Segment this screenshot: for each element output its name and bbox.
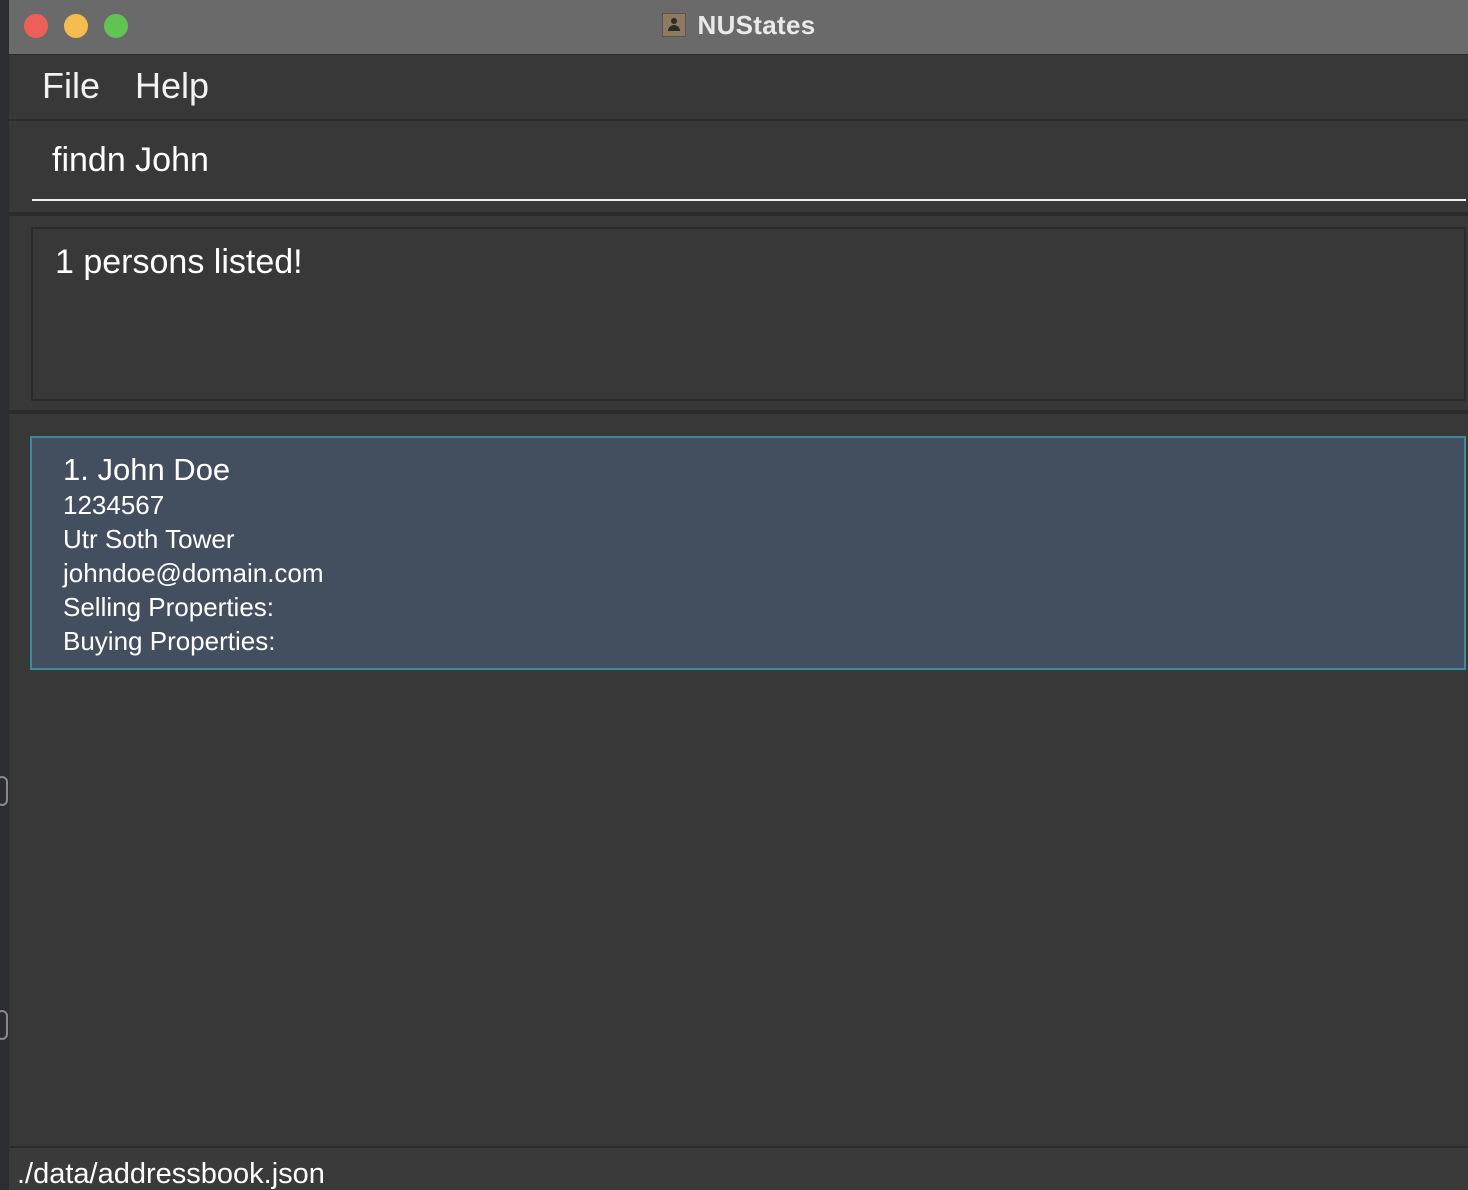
person-phone: 1234567 bbox=[63, 490, 165, 520]
menu-bar: File Help bbox=[9, 55, 1468, 121]
background-icon bbox=[0, 1010, 8, 1040]
person-card[interactable]: 1. John Doe 1234567 Utr Soth Tower johnd… bbox=[30, 436, 1466, 670]
person-name: 1. John Doe bbox=[63, 452, 231, 487]
pane-divider[interactable] bbox=[9, 212, 1468, 216]
background-window-edge bbox=[0, 0, 9, 1190]
menu-file[interactable]: File bbox=[42, 65, 100, 107]
person-address: Utr Soth Tower bbox=[63, 524, 235, 554]
menu-help[interactable]: Help bbox=[135, 65, 209, 107]
window-title: NUStates bbox=[697, 9, 816, 40]
command-input[interactable] bbox=[32, 121, 1466, 201]
save-file-path: ./data/addressbook.json bbox=[17, 1158, 325, 1190]
buying-properties-label: Buying Properties: bbox=[63, 626, 276, 656]
window-title-group: NUStates bbox=[9, 0, 1468, 50]
person-email: johndoe@domain.com bbox=[63, 558, 324, 588]
result-display: 1 persons listed! bbox=[31, 227, 1466, 401]
app-window: NUStates File Help 1 persons listed! 1. … bbox=[9, 0, 1468, 1190]
result-message: 1 persons listed! bbox=[55, 243, 303, 281]
status-bar: ./data/addressbook.json bbox=[9, 1146, 1468, 1190]
title-bar: NUStates bbox=[9, 0, 1468, 55]
background-icon bbox=[0, 776, 8, 806]
address-book-icon bbox=[661, 13, 686, 37]
selling-properties-label: Selling Properties: bbox=[63, 592, 274, 622]
command-box bbox=[9, 121, 1468, 213]
pane-divider[interactable] bbox=[9, 410, 1468, 414]
